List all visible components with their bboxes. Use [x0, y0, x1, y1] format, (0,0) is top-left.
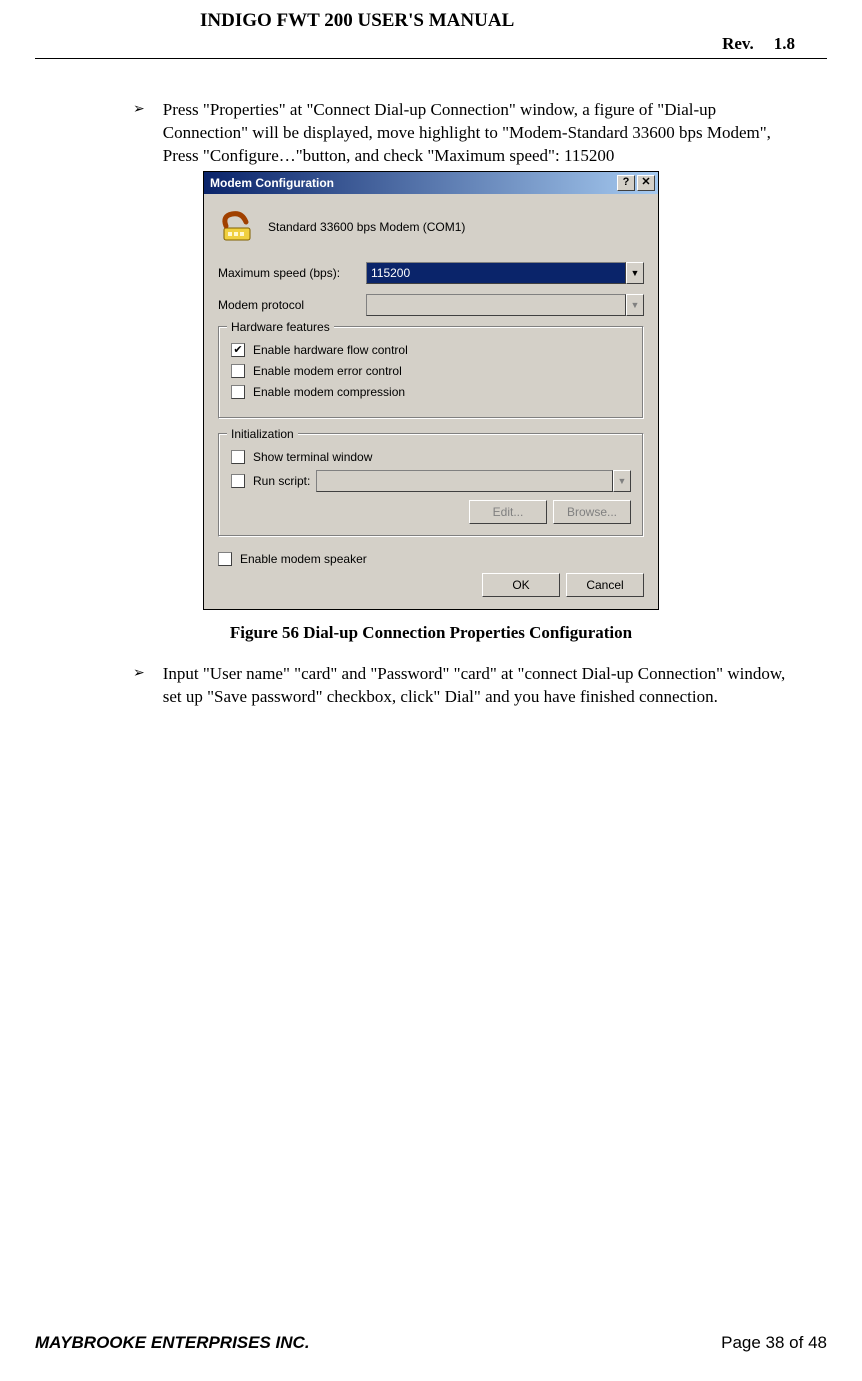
bullet-arrow-icon: ➢	[133, 99, 145, 168]
script-value	[316, 470, 613, 492]
checkbox-run-script[interactable]	[231, 474, 245, 488]
ok-button[interactable]: OK	[482, 573, 560, 597]
cancel-button[interactable]: Cancel	[566, 573, 644, 597]
footer-company: MAYBROOKE ENTERPRISES INC.	[35, 1333, 310, 1353]
modem-identity-row: Standard 33600 bps Modem (COM1)	[218, 208, 644, 246]
footer-page: Page 38 of 48	[721, 1333, 827, 1353]
label-terminal: Show terminal window	[253, 449, 372, 465]
modem-protocol-label: Modem protocol	[218, 297, 366, 313]
chevron-down-icon[interactable]: ▼	[626, 262, 644, 284]
label-compression: Enable modem compression	[253, 384, 405, 400]
figure-caption: Figure 56 Dial-up Connection Properties …	[68, 622, 794, 645]
phone-modem-icon	[218, 208, 256, 246]
page-content: ➢ Press "Properties" at "Connect Dial-up…	[0, 59, 862, 709]
edit-button: Edit...	[469, 500, 547, 524]
max-speed-label: Maximum speed (bps):	[218, 265, 366, 281]
checkbox-compression[interactable]	[231, 385, 245, 399]
group-title-hw: Hardware features	[227, 319, 334, 335]
bullet-item-1: ➢ Press "Properties" at "Connect Dial-up…	[133, 99, 794, 168]
hardware-features-group: Hardware features ✔ Enable hardware flow…	[218, 326, 644, 419]
dialog-titlebar: Modem Configuration ? ✕	[204, 172, 658, 194]
modem-protocol-combo: ▼	[366, 294, 644, 316]
close-button[interactable]: ✕	[637, 175, 655, 191]
modem-protocol-value	[366, 294, 626, 316]
chevron-down-icon: ▼	[613, 470, 631, 492]
page-header: INDIGO FWT 200 USER'S MANUAL Rev. 1.8	[0, 0, 862, 59]
label-run-script: Run script:	[253, 473, 310, 489]
rev-label: Rev.	[722, 34, 754, 54]
label-speaker: Enable modem speaker	[240, 551, 367, 567]
bullet-text-2: Input "User name" "card" and "Password" …	[163, 663, 794, 709]
checkbox-hw-flow[interactable]: ✔	[231, 343, 245, 357]
modem-config-dialog: Modem Configuration ? ✕ Stan	[203, 171, 659, 610]
chevron-down-icon: ▼	[626, 294, 644, 316]
group-title-init: Initialization	[227, 426, 298, 442]
bullet-text-1: Press "Properties" at "Connect Dial-up C…	[163, 99, 794, 168]
modem-name-label: Standard 33600 bps Modem (COM1)	[268, 219, 465, 235]
label-hw-flow: Enable hardware flow control	[253, 342, 408, 358]
page-footer: MAYBROOKE ENTERPRISES INC. Page 38 of 48	[35, 1333, 827, 1353]
label-err-control: Enable modem error control	[253, 363, 402, 379]
bullet-item-2: ➢ Input "User name" "card" and "Password…	[133, 663, 794, 709]
help-button[interactable]: ?	[617, 175, 635, 191]
dialog-title: Modem Configuration	[210, 175, 615, 191]
checkbox-terminal[interactable]	[231, 450, 245, 464]
checkbox-err-control[interactable]	[231, 364, 245, 378]
max-speed-combo[interactable]: 115200 ▼	[366, 262, 644, 284]
rev-value: 1.8	[774, 34, 795, 54]
checkbox-speaker[interactable]	[218, 552, 232, 566]
browse-button: Browse...	[553, 500, 631, 524]
revision-line: Rev. 1.8	[35, 34, 827, 54]
max-speed-value[interactable]: 115200	[366, 262, 626, 284]
initialization-group: Initialization Show terminal window Run …	[218, 433, 644, 537]
document-title: INDIGO FWT 200 USER'S MANUAL	[200, 10, 514, 32]
bullet-arrow-icon: ➢	[133, 663, 145, 709]
script-combo: ▼	[316, 470, 631, 492]
